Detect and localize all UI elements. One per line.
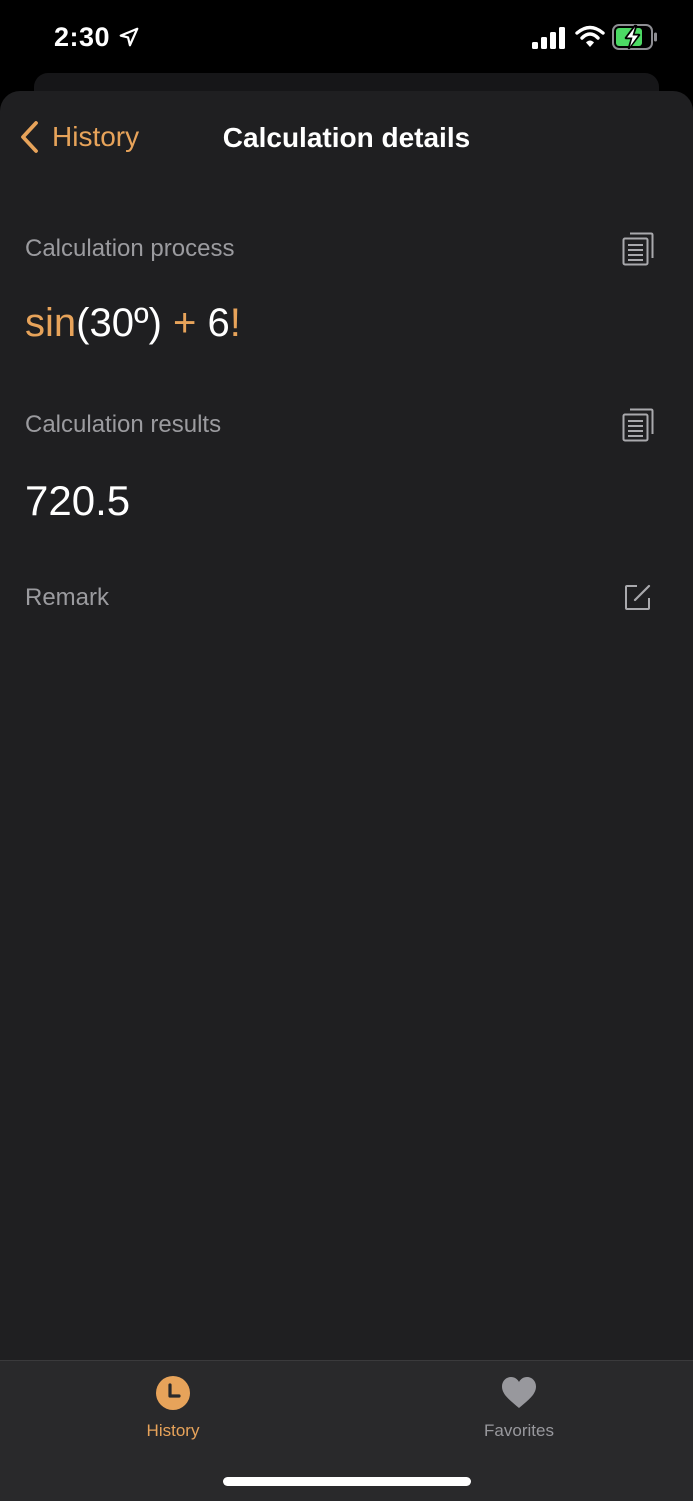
home-indicator[interactable]	[223, 1477, 471, 1486]
battery-charging-icon	[612, 24, 657, 50]
clock-icon	[156, 1376, 190, 1410]
chevron-left-icon	[21, 121, 38, 153]
wifi-icon	[575, 25, 605, 47]
calculation-process-label: Calculation process	[25, 235, 235, 262]
copy-result-icon[interactable]	[622, 408, 654, 442]
calculation-results-label: Calculation results	[25, 411, 222, 438]
expression-function: sin	[25, 301, 77, 345]
expression-factorial: !	[229, 301, 241, 345]
tab-history-label: History	[146, 1421, 200, 1440]
heart-icon	[502, 1377, 536, 1408]
back-button[interactable]: History	[18, 117, 139, 157]
status-bar: 2:30	[0, 0, 693, 80]
edit-remark-icon[interactable]	[624, 583, 652, 611]
copy-process-icon[interactable]	[622, 232, 654, 266]
expression-operator: +	[173, 301, 197, 345]
navigation-bar: Calculation details History	[0, 91, 693, 187]
expression-argument: (30º)	[76, 301, 162, 345]
result-value: 720.5	[25, 477, 131, 524]
status-time: 2:30	[54, 22, 111, 52]
calculation-details-sheet: Calculation details History Calculation …	[0, 91, 693, 1500]
expression-number: 6	[207, 301, 230, 345]
tab-favorites-label: Favorites	[484, 1421, 554, 1440]
signal-icon	[532, 27, 565, 49]
location-arrow-icon	[119, 27, 139, 47]
remark-label: Remark	[25, 584, 110, 611]
calculation-expression: sin(30º) + 6!	[25, 301, 241, 346]
tab-history[interactable]: History	[83, 1375, 263, 1455]
tab-favorites[interactable]: Favorites	[429, 1375, 609, 1455]
back-label: History	[52, 121, 140, 152]
